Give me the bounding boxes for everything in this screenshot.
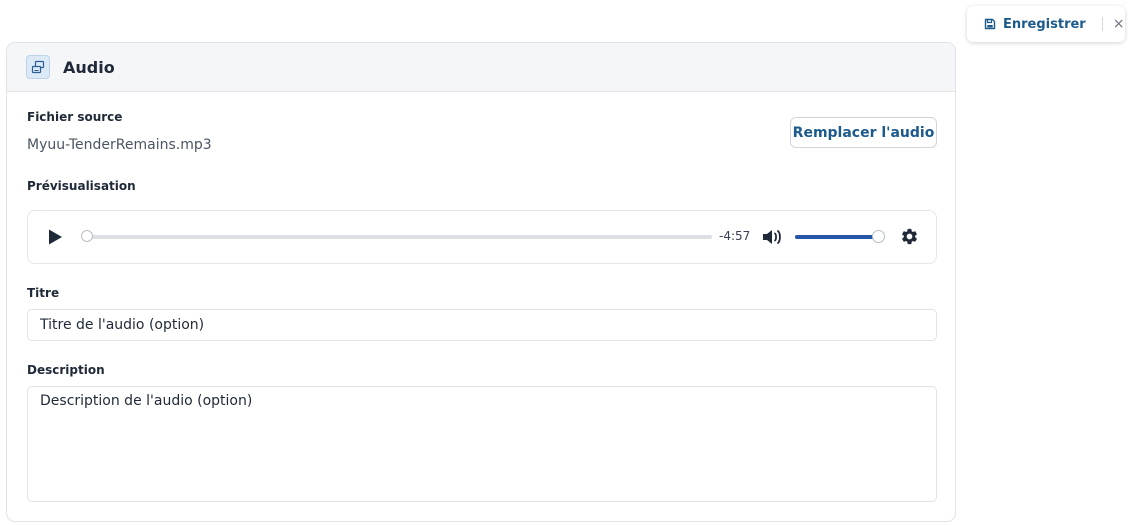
preview-label: Prévisualisation [27,179,136,193]
save-button[interactable]: Enregistrer [984,17,1086,32]
toolbar-divider [1101,17,1103,31]
gear-icon[interactable] [900,227,919,246]
description-textarea[interactable] [27,386,937,502]
card-header: Audio [7,43,955,92]
description-field-label: Description [27,363,105,377]
title-field-label: Titre [27,286,60,300]
source-file-label: Fichier source [27,110,123,124]
save-icon [984,18,996,30]
media-block-icon [26,55,50,79]
seek-bar[interactable] [88,235,712,239]
volume-icon[interactable] [761,227,783,247]
close-icon: × [1112,16,1125,32]
title-input[interactable] [27,309,937,341]
source-file-name: Myuu-TenderRemains.mp3 [27,137,212,153]
seek-thumb[interactable] [81,230,93,242]
volume-thumb[interactable] [872,230,885,243]
volume-level [795,235,880,239]
play-icon[interactable] [46,228,64,246]
audio-card: Audio Fichier source Myuu-TenderRemains.… [6,42,956,522]
save-button-label: Enregistrer [1003,16,1086,32]
save-toolbar: Enregistrer × [967,6,1125,42]
remaining-time: -4:57 [719,229,751,243]
volume-slider[interactable] [795,235,880,239]
card-title: Audio [63,57,115,77]
close-button[interactable]: × [1113,16,1126,32]
replace-audio-button[interactable]: Remplacer l'audio [790,117,937,148]
audio-player: -4:57 [27,210,937,264]
